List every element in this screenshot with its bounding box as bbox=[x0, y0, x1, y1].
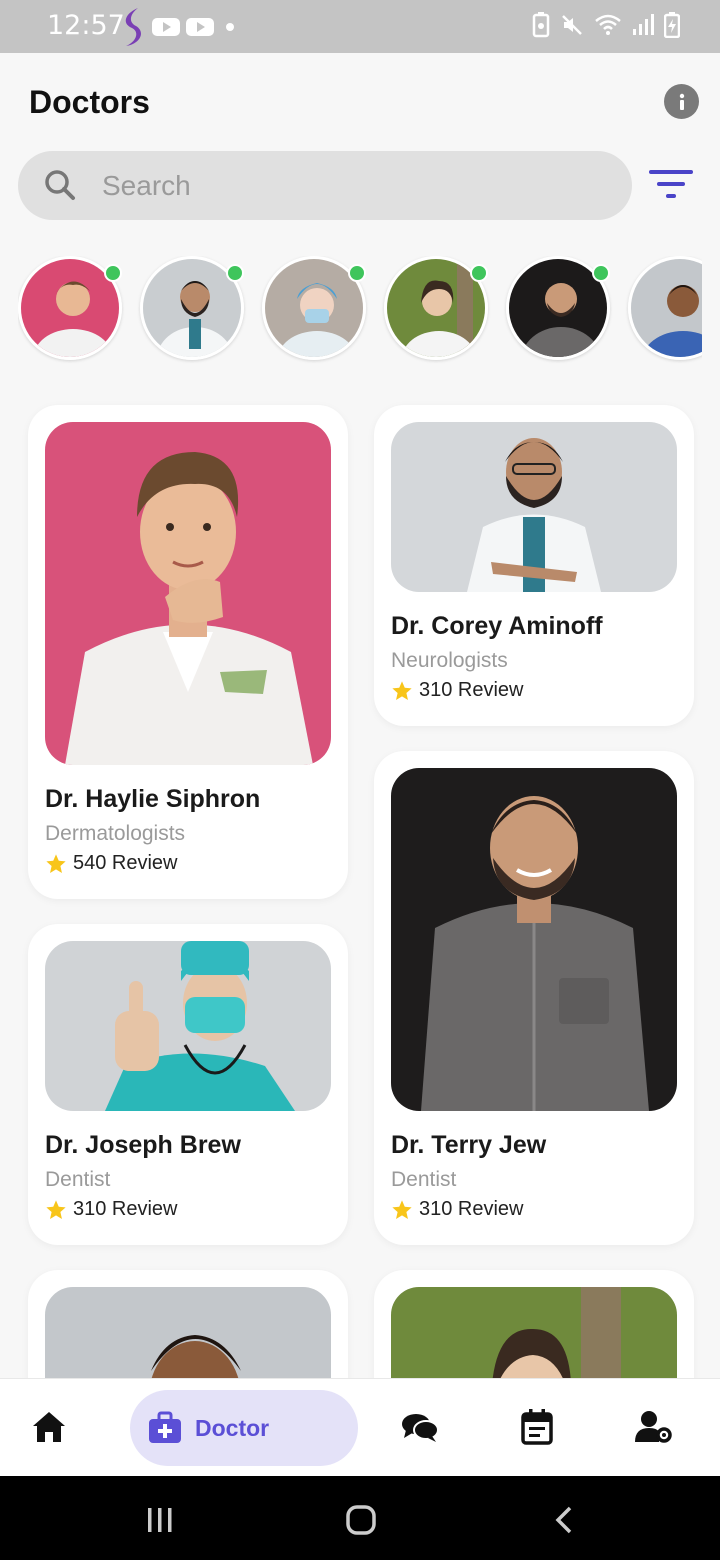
star-icon bbox=[46, 1199, 66, 1219]
doctor-rating: 310 Review bbox=[391, 1198, 524, 1221]
youtube-icon-2 bbox=[186, 18, 214, 36]
doctor-card[interactable]: Dr. Terry Jew Dentist 310 Review bbox=[374, 751, 694, 1245]
info-icon bbox=[679, 93, 684, 110]
online-doctors-row bbox=[18, 256, 702, 364]
search-bar[interactable] bbox=[18, 151, 632, 220]
doctor-card[interactable]: Dr. Haylie Siphron Dermatologists 540 Re… bbox=[28, 405, 348, 899]
avatar bbox=[628, 256, 702, 360]
doctor-photo bbox=[45, 941, 331, 1111]
recent-apps-icon[interactable] bbox=[146, 1506, 174, 1534]
doctor-rating: 540 Review bbox=[45, 852, 178, 875]
battery-charging-icon bbox=[664, 12, 680, 38]
doctor-bag-icon bbox=[149, 1411, 181, 1443]
signal-icon bbox=[633, 14, 654, 35]
doctor-card[interactable]: Dr. Corey Aminoff Neurologists 310 Revie… bbox=[374, 405, 694, 726]
battery-saver-icon bbox=[532, 12, 550, 38]
review-count: 540 Review bbox=[73, 852, 178, 874]
filter-icon bbox=[649, 170, 693, 198]
system-navigation-bar bbox=[0, 1476, 720, 1560]
youtube-icon bbox=[152, 18, 180, 36]
app-logo-icon bbox=[125, 8, 141, 46]
wifi-icon bbox=[595, 14, 621, 35]
nav-home[interactable] bbox=[25, 1403, 73, 1451]
online-indicator bbox=[470, 264, 488, 282]
story-avatar-2[interactable] bbox=[140, 256, 244, 360]
nav-calendar[interactable] bbox=[513, 1403, 561, 1451]
doctor-photo bbox=[391, 422, 677, 592]
search-input[interactable] bbox=[102, 151, 602, 220]
bottom-navigation: Doctor bbox=[0, 1378, 720, 1476]
filter-button[interactable] bbox=[647, 168, 695, 204]
doctor-name: Dr. Corey Aminoff bbox=[391, 612, 603, 640]
nav-profile-settings[interactable] bbox=[630, 1403, 678, 1451]
star-icon bbox=[46, 853, 66, 873]
review-count: 310 Review bbox=[419, 1198, 524, 1220]
doctor-specialty: Dermatologists bbox=[45, 822, 186, 845]
doctor-name: Dr. Terry Jew bbox=[391, 1131, 547, 1159]
status-bar: 12:57 bbox=[0, 0, 720, 53]
doctor-photo bbox=[391, 1287, 677, 1378]
search-icon bbox=[45, 170, 75, 200]
review-count: 310 Review bbox=[419, 679, 524, 701]
nav-chat[interactable] bbox=[396, 1403, 444, 1451]
doctor-name: Dr. Joseph Brew bbox=[45, 1131, 241, 1159]
back-icon[interactable] bbox=[552, 1506, 574, 1534]
status-time: 12:57 bbox=[47, 10, 125, 41]
info-button[interactable] bbox=[664, 84, 699, 119]
story-avatar-6[interactable] bbox=[628, 256, 702, 360]
doctor-specialty: Neurologists bbox=[391, 649, 508, 672]
chat-icon bbox=[402, 1414, 439, 1442]
story-avatar-3[interactable] bbox=[262, 256, 366, 360]
home-icon bbox=[33, 1412, 65, 1442]
page-title: Doctors bbox=[29, 84, 150, 120]
online-indicator bbox=[592, 264, 610, 282]
online-indicator bbox=[348, 264, 366, 282]
doctor-rating: 310 Review bbox=[391, 679, 524, 702]
notification-dot-icon bbox=[226, 23, 234, 31]
doctor-name: Dr. Haylie Siphron bbox=[45, 785, 261, 813]
doctor-photo bbox=[391, 768, 677, 1111]
doctor-photo bbox=[45, 422, 331, 765]
story-avatar-1[interactable] bbox=[18, 256, 122, 360]
review-count: 310 Review bbox=[73, 1198, 178, 1220]
doctors-screen: Doctors Search Dr. Haylie Siphron Dermat… bbox=[0, 53, 720, 1378]
story-avatar-5[interactable] bbox=[506, 256, 610, 360]
star-icon bbox=[392, 1199, 412, 1219]
doctor-card[interactable] bbox=[374, 1270, 694, 1378]
mute-icon bbox=[562, 15, 582, 35]
online-indicator bbox=[104, 264, 122, 282]
doctor-card[interactable] bbox=[28, 1270, 348, 1378]
calendar-icon bbox=[521, 1409, 553, 1445]
story-avatar-4[interactable] bbox=[384, 256, 488, 360]
doctor-specialty: Dentist bbox=[391, 1168, 457, 1191]
user-settings-icon bbox=[635, 1411, 672, 1443]
nav-doctor[interactable]: Doctor bbox=[130, 1390, 358, 1466]
home-button-icon[interactable] bbox=[345, 1504, 377, 1536]
doctor-rating: 310 Review bbox=[45, 1198, 178, 1221]
star-icon bbox=[392, 680, 412, 700]
doctor-card[interactable]: Dr. Joseph Brew Dentist 310 Review bbox=[28, 924, 348, 1245]
nav-doctor-label: Doctor bbox=[195, 1414, 270, 1441]
online-indicator bbox=[226, 264, 244, 282]
doctor-photo bbox=[45, 1287, 331, 1378]
doctor-specialty: Dentist bbox=[45, 1168, 111, 1191]
